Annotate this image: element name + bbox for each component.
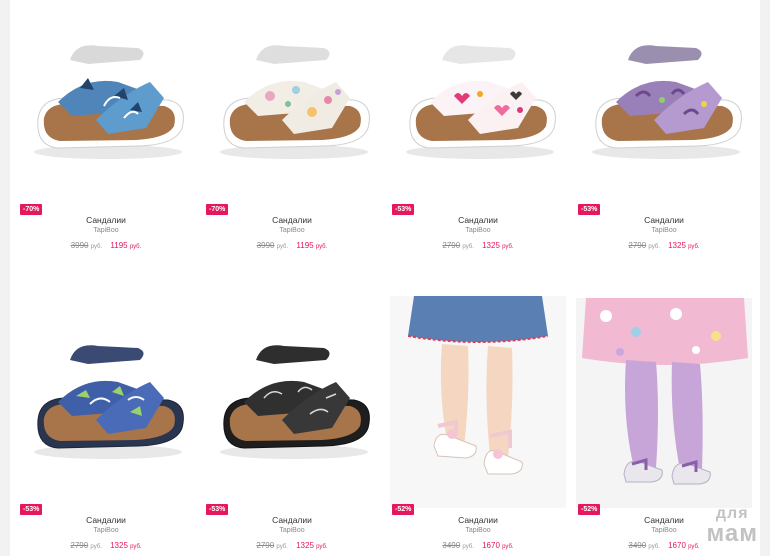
discount-badge: -70% (20, 204, 43, 215)
watermark-logo: для мам (706, 506, 758, 546)
product-card[interactable]: -53% Сандалии TapiBoo 2790 руб. 1325 руб… (390, 0, 566, 270)
product-brand: TapiBoo (465, 527, 491, 534)
old-price: 3990 (70, 241, 89, 250)
price-block: 3990 руб. 1195 руб. (204, 241, 380, 250)
new-price-currency: руб. (688, 244, 700, 250)
old-price-currency: руб. (462, 244, 474, 250)
product-card[interactable]: -53% Сандалии TapiBoo 2790 руб. 1325 руб… (576, 0, 752, 270)
old-price: 3990 (256, 241, 275, 250)
product-brand: TapiBoo (465, 227, 491, 234)
old-price-currency: руб. (276, 544, 288, 550)
discount-badge: -52% (392, 504, 415, 515)
old-price: 3490 (628, 541, 647, 550)
price-block: 2790 руб. 1325 руб. (18, 541, 194, 550)
product-image[interactable] (204, 0, 380, 210)
old-price: 2790 (442, 241, 461, 250)
product-name[interactable]: Сандалии (390, 515, 566, 525)
new-price-currency: руб. (315, 244, 328, 250)
new-price: 1325 (110, 541, 128, 550)
discount-badge: -53% (20, 504, 43, 515)
product-name[interactable]: Сандалии (204, 215, 380, 225)
price-block: 2790 руб. 1325 руб. (204, 541, 380, 550)
price-block: 2790 руб. 1325 руб. (390, 241, 566, 250)
price-block: 3490 руб. 1670 руб. (390, 541, 566, 550)
product-name[interactable]: Сандалии (576, 215, 752, 225)
product-image[interactable] (576, 0, 752, 210)
new-price: 1325 (668, 241, 686, 250)
product-brand: TapiBoo (651, 227, 677, 234)
product-image[interactable] (18, 300, 194, 510)
product-image[interactable] (204, 300, 380, 510)
old-price-currency: руб. (276, 244, 289, 250)
new-price-currency: руб. (316, 544, 328, 550)
new-price-currency: руб. (502, 544, 514, 550)
product-card[interactable]: -53% Сандалии TapiBoo 2790 руб. 1325 руб… (204, 300, 380, 556)
new-price-currency: руб. (130, 544, 142, 550)
product-card[interactable]: -70% Сандалии TapiBoo 3990 руб. 1195 руб… (204, 0, 380, 270)
new-price: 1195 (296, 241, 314, 250)
new-price: 1325 (296, 541, 314, 550)
discount-badge: -53% (206, 504, 229, 515)
new-price-currency: руб. (129, 244, 142, 250)
product-image[interactable] (390, 296, 566, 508)
old-price-currency: руб. (90, 544, 102, 550)
product-image[interactable] (390, 0, 566, 210)
product-brand: TapiBoo (93, 227, 119, 234)
new-price: 1325 (482, 241, 500, 250)
old-price: 2790 (256, 541, 275, 550)
new-price: 1670 (482, 541, 500, 550)
discount-badge: -53% (578, 204, 601, 215)
product-brand: TapiBoo (279, 227, 305, 234)
product-brand: TapiBoo (93, 527, 119, 534)
product-brand: TapiBoo (279, 527, 305, 534)
old-price: 3490 (442, 541, 461, 550)
price-block: 2790 руб. 1325 руб. (576, 241, 752, 250)
product-image[interactable] (18, 0, 194, 210)
old-price-currency: руб. (648, 244, 660, 250)
product-name[interactable]: Сандалии (18, 215, 194, 225)
discount-badge: -53% (392, 204, 415, 215)
old-price-currency: руб. (462, 544, 474, 550)
product-card[interactable]: -52% Сандалии TapiBoo 3490 руб. 1670 руб… (390, 296, 566, 556)
new-price-currency: руб. (688, 544, 700, 550)
new-price: 1195 (110, 241, 128, 250)
product-card[interactable]: -53% Сандалии TapiBoo 2790 руб. 1325 руб… (18, 300, 194, 556)
discount-badge: -70% (206, 204, 229, 215)
new-price-currency: руб. (502, 244, 514, 250)
new-price: 1670 (668, 541, 686, 550)
product-name[interactable]: Сандалии (390, 215, 566, 225)
discount-badge: -52% (578, 504, 601, 515)
product-name[interactable]: Сандалии (18, 515, 194, 525)
old-price-currency: руб. (648, 544, 660, 550)
watermark-line-2: мам (706, 520, 758, 547)
product-card[interactable]: -70% Сандалии TapiBoo 3990 руб. 1195 руб… (18, 0, 194, 270)
old-price: 2790 (70, 541, 89, 550)
product-image[interactable] (576, 298, 752, 508)
product-grid: -70% Сандалии TapiBoo 3990 руб. 1195 руб… (10, 0, 760, 556)
product-name[interactable]: Сандалии (204, 515, 380, 525)
old-price: 2790 (628, 241, 647, 250)
old-price-currency: руб. (90, 244, 103, 250)
price-block: 3990 руб. 1195 руб. (18, 241, 194, 250)
